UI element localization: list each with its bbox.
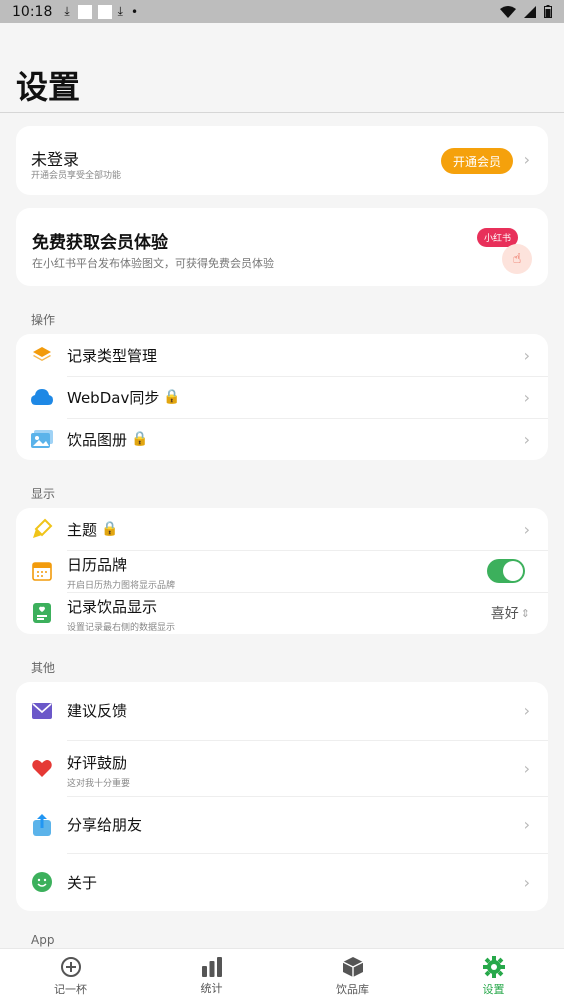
download-icon: ⤓ (117, 4, 123, 18)
chevron-right-icon: › (523, 815, 530, 834)
nav-item-settings[interactable]: 设置 (423, 949, 564, 1004)
nav-item-drink-library[interactable]: 饮品库 (282, 949, 423, 1004)
battery-icon (544, 5, 552, 18)
hand-tap-icon: ☝ (502, 244, 532, 274)
row-label: WebDav同步 🔒 (67, 387, 181, 408)
operations-card: 记录类型管理 › WebDav同步 🔒 › 饮品图册 🔒 › (16, 334, 548, 460)
heart-icon (31, 757, 53, 779)
section-label-operations: 操作 (31, 313, 56, 327)
share-icon (31, 813, 53, 836)
chevron-right-icon: › (523, 701, 530, 720)
cup-add-icon (60, 957, 81, 977)
nav-label: 设置 (482, 983, 505, 996)
row-label: 建议反馈 (67, 702, 128, 720)
chevron-right-icon: › (523, 519, 530, 539)
row-drink-gallery[interactable]: 饮品图册 🔒 › (16, 418, 548, 460)
select-value-text: 喜好 (490, 606, 519, 622)
row-label: 主题 🔒 (67, 519, 118, 540)
other-card: 建议反馈 › 好评鼓励 这对我十分重要 › 分享给朋友 › 关于 › (16, 682, 548, 911)
image-icon (31, 428, 53, 450)
layers-icon (31, 344, 53, 366)
chevron-right-icon: › (523, 387, 530, 407)
lock-icon: 🔒 (163, 389, 181, 405)
notification-icon (97, 4, 112, 19)
wifi-icon (500, 5, 516, 18)
chevron-right-icon: › (523, 429, 530, 449)
row-label: 饮品图册 🔒 (67, 429, 148, 450)
chevron-right-icon: › (523, 872, 530, 892)
toggle-knob (503, 561, 523, 581)
chevron-right-icon: › (523, 758, 530, 778)
row-share[interactable]: 分享给朋友 › (16, 796, 548, 853)
notification-icon (77, 4, 92, 19)
row-feedback[interactable]: 建议反馈 › (16, 682, 548, 739)
bar-chart-icon (201, 957, 222, 977)
card-icon (31, 602, 53, 624)
chevron-right-icon: › (523, 345, 530, 365)
lock-icon: 🔒 (101, 521, 119, 537)
nav-item-stats[interactable]: 统计 (141, 949, 282, 1004)
bottom-nav: 记一杯 统计 饮品库 设置 (0, 948, 564, 1004)
row-label: 分享给朋友 (67, 816, 143, 834)
box-icon (342, 957, 363, 977)
account-subtitle: 开通会员享受全部功能 (31, 171, 122, 181)
promo-card[interactable]: 免费获取会员体验 在小红书平台发布体验图文，可获得免费会员体验 小红书 ☝ (16, 208, 548, 286)
row-rate-app[interactable]: 好评鼓励 这对我十分重要 › (16, 740, 548, 796)
row-webdav-sync[interactable]: WebDav同步 🔒 › (16, 376, 548, 418)
account-status: 未登录 (31, 150, 80, 169)
section-label-display: 显示 (31, 487, 56, 501)
mail-icon (31, 700, 53, 722)
calendar-brand-toggle[interactable] (487, 559, 525, 583)
cloud-icon (31, 386, 53, 408)
nav-label: 记一杯 (54, 983, 87, 996)
row-sublabel: 开启日历热力图将显示品牌 (67, 581, 176, 591)
nav-label: 统计 (200, 982, 223, 995)
row-sublabel: 设置记录最右侧的数据显示 (67, 623, 176, 633)
signal-icon (524, 5, 536, 18)
status-time: 10:18 (12, 3, 53, 20)
status-bar: 10:18 ⤓ ⤓ • (0, 0, 564, 23)
gear-icon (482, 956, 505, 978)
row-label: 日历品牌 (67, 556, 128, 574)
row-calendar-brand: 日历品牌 开启日历热力图将显示品牌 (16, 550, 548, 592)
nav-label: 饮品库 (336, 983, 369, 996)
row-theme[interactable]: 主题 🔒 › (16, 508, 548, 550)
display-card: 主题 🔒 › 日历品牌 开启日历热力图将显示品牌 记录饮品显示 设置记录最右侧的… (16, 508, 548, 634)
dot-icon: • (130, 4, 139, 19)
page-title: 设置 (16, 68, 81, 106)
section-label-app: App (31, 933, 55, 947)
row-label: 关于 (67, 873, 98, 892)
chevron-up-down-icon: ⇕ (520, 606, 530, 620)
promo-title: 免费获取会员体验 (32, 233, 168, 253)
record-display-select[interactable]: 喜好 ⇕ (491, 603, 530, 623)
row-label: 记录类型管理 (67, 346, 158, 365)
nav-item-add-cup[interactable]: 记一杯 (0, 949, 141, 1004)
row-record-types[interactable]: 记录类型管理 › (16, 334, 548, 376)
row-sublabel: 这对我十分重要 (67, 779, 131, 789)
vip-button[interactable]: 开通会员 (440, 148, 513, 174)
row-label: 好评鼓励 (67, 754, 128, 772)
lock-icon: 🔒 (131, 431, 149, 447)
account-card[interactable]: 未登录 开通会员享受全部功能 开通会员 › (16, 126, 548, 195)
row-label-text: 主题 (67, 520, 98, 539)
row-label: 记录饮品显示 (67, 598, 158, 616)
row-label-text: WebDav同步 (67, 388, 160, 407)
chevron-right-icon: › (523, 150, 530, 169)
row-label-text: 饮品图册 (67, 430, 128, 449)
title-divider (0, 112, 564, 113)
brush-icon (31, 518, 53, 540)
row-record-display[interactable]: 记录饮品显示 设置记录最右侧的数据显示 喜好 ⇕ (16, 592, 548, 634)
smile-icon (31, 871, 53, 893)
promo-subtitle: 在小红书平台发布体验图文，可获得免费会员体验 (32, 257, 274, 270)
section-label-other: 其他 (31, 661, 56, 675)
download-icon: ⤓ (64, 4, 70, 18)
calendar-icon (31, 560, 53, 582)
row-about[interactable]: 关于 › (16, 853, 548, 911)
